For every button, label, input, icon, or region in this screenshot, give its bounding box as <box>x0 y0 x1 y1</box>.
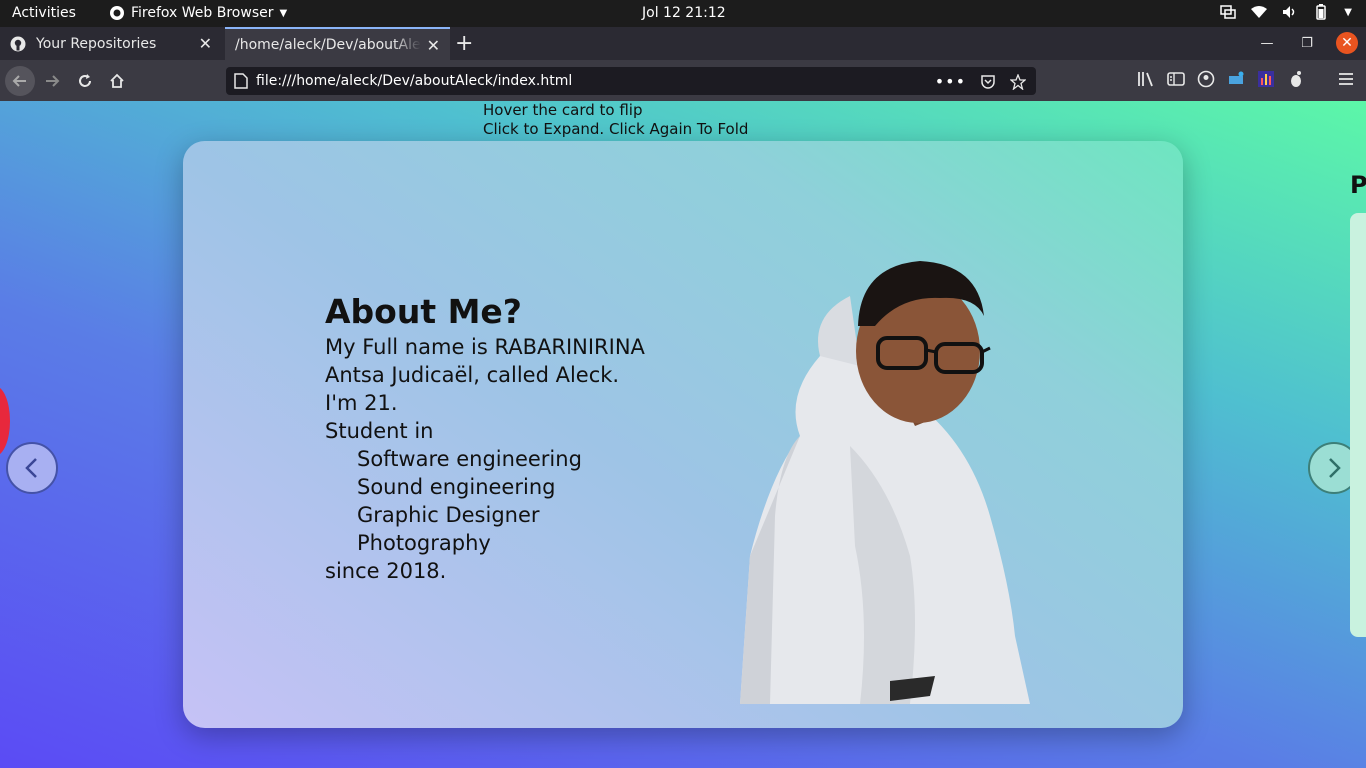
toolbar-right <box>1137 70 1305 88</box>
about-title: About Me? <box>325 292 522 331</box>
field-item: Photography <box>357 531 491 555</box>
field-item: Software engineering <box>357 447 582 471</box>
reload-icon <box>79 74 91 87</box>
about-text: About Me? My Full name is RABARINIRINA A… <box>325 291 645 585</box>
reload-button[interactable] <box>70 66 100 96</box>
new-tab-button[interactable]: + <box>455 31 473 56</box>
close-tab-icon[interactable]: ✕ <box>427 36 440 55</box>
back-button[interactable] <box>5 66 35 96</box>
app-name: Firefox Web Browser <box>131 5 274 21</box>
gnome-extension-icon[interactable] <box>1287 70 1305 88</box>
forward-button[interactable] <box>37 66 67 96</box>
next-card-title: P <box>1350 171 1366 199</box>
more-actions-icon[interactable]: ••• <box>935 72 966 91</box>
previous-card-edge <box>0 386 10 456</box>
previous-button[interactable] <box>6 442 58 494</box>
about-line: Antsa Judicaël, called Aleck. <box>325 363 620 387</box>
about-line: Student in <box>325 419 434 443</box>
home-icon <box>110 73 124 88</box>
library-icon[interactable] <box>1137 71 1155 87</box>
minimize-button[interactable]: — <box>1256 32 1278 54</box>
pocket-icon[interactable] <box>980 74 996 90</box>
chevron-down-icon[interactable]: ▼ <box>1344 7 1352 18</box>
tab-label: /home/aleck/Dev/aboutAleck/index.html <box>235 36 421 53</box>
hint-line: Click to Expand. Click Again To Fold <box>483 120 749 138</box>
close-window-button[interactable]: ✕ <box>1336 32 1358 54</box>
profile-photo <box>740 261 1030 704</box>
field-item: Sound engineering <box>357 475 556 499</box>
navigation-toolbar: file:///home/aleck/Dev/aboutAleck/index.… <box>0 60 1366 101</box>
star-icon[interactable] <box>1010 73 1026 90</box>
chevron-down-icon: ▼ <box>279 7 288 19</box>
tab-strip: Your Repositories ✕ /home/aleck/Dev/abou… <box>0 27 1366 60</box>
screen-share-icon[interactable] <box>1220 5 1237 19</box>
window-controls: — ❐ ✕ <box>1256 32 1358 54</box>
close-tab-icon[interactable]: ✕ <box>199 34 212 53</box>
account-icon[interactable] <box>1197 70 1215 88</box>
home-button[interactable] <box>102 66 132 96</box>
system-top-bar: Activities Firefox Web Browser ▼ Jol 12 … <box>0 0 1366 27</box>
app-menu[interactable]: Firefox Web Browser ▼ <box>109 5 287 21</box>
field-item: Graphic Designer <box>357 503 540 527</box>
hamburger-menu-icon[interactable] <box>1338 72 1354 86</box>
activities-button[interactable]: Activities <box>12 5 76 21</box>
url-bar[interactable]: file:///home/aleck/Dev/aboutAleck/index.… <box>226 67 1036 95</box>
tab-your-repositories[interactable]: Your Repositories ✕ <box>0 27 222 60</box>
about-line: My Full name is RABARINIRINA <box>325 335 645 359</box>
sidebar-icon[interactable] <box>1167 71 1185 87</box>
firefox-icon <box>110 6 124 20</box>
tab-label: Your Repositories <box>36 35 157 52</box>
page-content: Hover the card to flip Click to Expand. … <box>0 101 1366 768</box>
chevron-left-icon <box>25 458 37 478</box>
chevron-right-icon <box>1329 458 1341 478</box>
about-line: since 2018. <box>325 559 447 583</box>
about-line: I'm 21. <box>325 391 398 415</box>
github-icon <box>10 36 26 51</box>
maximize-button[interactable]: ❐ <box>1296 32 1318 54</box>
tab-index-html[interactable]: /home/aleck/Dev/aboutAleck/index.html ✕ <box>225 27 450 60</box>
next-card[interactable] <box>1350 213 1366 637</box>
usage-hint: Hover the card to flip Click to Expand. … <box>483 101 748 139</box>
hint-line: Hover the card to flip <box>483 101 643 119</box>
stats-extension-icon[interactable] <box>1257 70 1275 88</box>
url-text[interactable]: file:///home/aleck/Dev/aboutAleck/index.… <box>256 73 572 89</box>
clock[interactable]: Jol 12 21:12 <box>642 5 726 21</box>
battery-icon[interactable] <box>1312 4 1330 20</box>
wifi-icon[interactable] <box>1250 5 1268 19</box>
arrow-left-icon <box>12 75 26 87</box>
volume-icon[interactable] <box>1282 5 1298 19</box>
page-icon <box>234 73 248 89</box>
extension-icon[interactable] <box>1227 70 1245 88</box>
arrow-right-icon <box>46 75 60 87</box>
about-card[interactable]: About Me? My Full name is RABARINIRINA A… <box>183 141 1183 728</box>
system-tray[interactable]: ▼ <box>1220 4 1352 20</box>
